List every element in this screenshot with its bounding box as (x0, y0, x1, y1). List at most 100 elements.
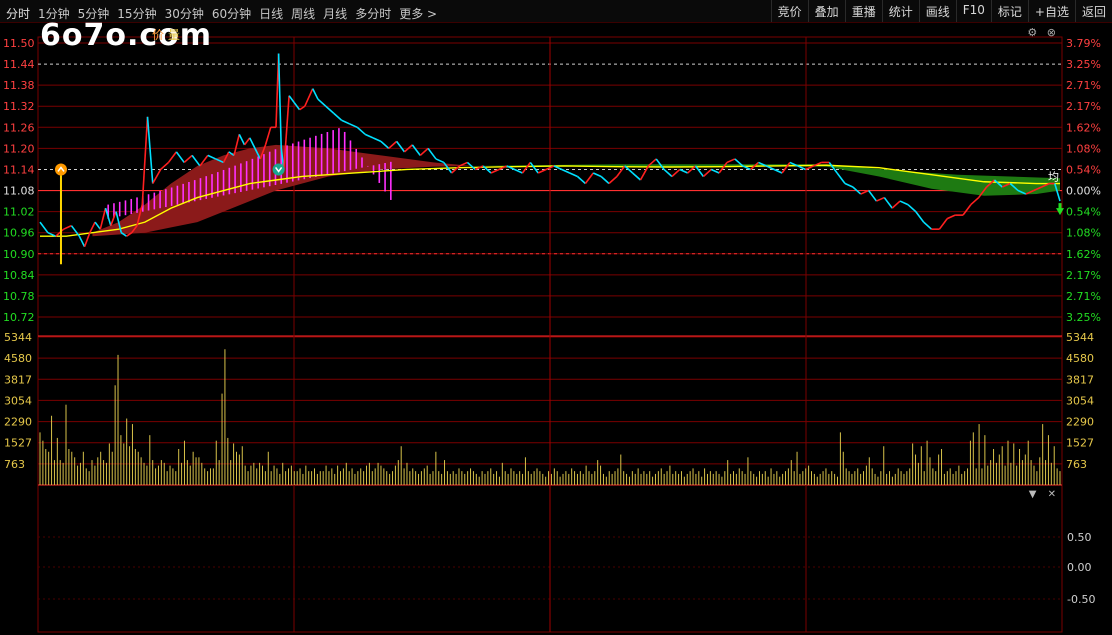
price-segment-84 (600, 175, 610, 185)
period-tab-6[interactable]: 日线 (259, 7, 283, 21)
indicator-axis-label: 0.50 (1067, 531, 1092, 544)
price-segment-118 (867, 190, 878, 202)
tool-button-8[interactable]: 返回 (1074, 0, 1112, 22)
price-segment-114 (836, 172, 846, 184)
price-segment-24 (183, 154, 193, 164)
legend-price: 价 (152, 28, 165, 42)
price-segment-47 (311, 88, 319, 100)
price-axis-left-label: 10.96 (3, 227, 35, 240)
price-segment-115 (844, 182, 854, 188)
price-segment-6 (78, 235, 86, 248)
price-segment-1 (39, 221, 49, 234)
settings-icon[interactable]: ⚙ (1027, 26, 1037, 39)
stock-chart[interactable]: 均 11.50 3.79% 11.44 3.25% 11.38 2.71% 11.32 2.1… (0, 22, 1112, 635)
price-segment-53 (356, 126, 366, 135)
price-axis-right-label: 1.08% (1066, 142, 1101, 155)
period-tab-10[interactable]: 更多 > (399, 7, 437, 21)
price-segment-46 (304, 88, 314, 107)
period-tab-9[interactable]: 多分时 (355, 7, 391, 21)
avg-marker-label: 均 (1048, 170, 1059, 183)
chart-grid (37, 36, 1063, 633)
tool-button-1[interactable]: 叠加 (807, 0, 845, 22)
price-axis-left-label: 11.38 (3, 79, 35, 92)
tool-button-3[interactable]: 统计 (881, 0, 919, 22)
price-segment-86 (616, 165, 626, 177)
price-segment-33 (243, 137, 251, 146)
period-tab-5[interactable]: 60分钟 (212, 7, 251, 21)
price-axis-left-label: 10.78 (3, 290, 35, 303)
volume-axis-right-label: 5344 (1066, 331, 1094, 344)
buy-marker (54, 163, 67, 176)
price-segment-56 (380, 140, 390, 149)
price-segment-8 (89, 221, 96, 234)
price-segment-98 (710, 168, 720, 174)
price-axis-right-label: 2.17% (1066, 100, 1101, 113)
price-segment-106 (773, 168, 783, 174)
tool-button-0[interactable]: 竞价 (770, 0, 808, 22)
tool-button-2[interactable]: 重播 (844, 0, 882, 22)
price-segment-63 (435, 158, 445, 164)
price-segment-25 (191, 154, 201, 167)
legend-volume: 量 (167, 28, 180, 42)
price-segment-80 (569, 172, 578, 178)
price-segment-40 (277, 53, 283, 149)
price-segment-32 (238, 133, 246, 146)
price-segment-21 (160, 161, 170, 171)
price-segment-57 (388, 140, 398, 149)
price-segment-81 (576, 175, 586, 185)
volume-axis-right-label: 1527 (1066, 437, 1094, 450)
price-segment-100 (726, 158, 736, 164)
price-segment-7 (83, 232, 91, 248)
price-axis-left-label: 11.02 (3, 206, 35, 219)
close-panel-icon[interactable]: ✕ (1048, 489, 1056, 500)
volume-axis-left-label: 5344 (4, 331, 32, 344)
watermark-logo: 6o7o.com (40, 18, 213, 53)
indicator-panel-controls: ▼ ✕ (1021, 489, 1056, 500)
price-segment-27 (207, 154, 217, 160)
price-axis-left-label: 11.32 (3, 100, 35, 113)
price-axis-right-label: 1.08% (1066, 227, 1101, 240)
period-tab-8[interactable]: 月线 (323, 7, 347, 21)
tool-button-4[interactable]: 画线 (918, 0, 956, 22)
price-axis-right-label: 0.54% (1066, 206, 1101, 219)
tool-button-7[interactable]: +自选 (1027, 0, 1075, 22)
price-segment-92 (663, 168, 673, 178)
price-axis-left-label: 11.08 (3, 185, 35, 198)
price-segment-131 (970, 196, 980, 206)
price-segment-88 (632, 172, 641, 181)
price-segment-4 (63, 224, 72, 230)
price-segment-50 (333, 112, 343, 121)
price-segment-34 (249, 137, 256, 149)
indicator-axis-label: 0.00 (1067, 561, 1092, 574)
price-segment-52 (349, 123, 358, 129)
price-segment-18 (141, 116, 149, 205)
tool-buttons: 竞价 叠加 重播 统计 画线 F10 标记 +自选 返回 (770, 0, 1112, 22)
price-axis-right-label: 3.25% (1066, 58, 1101, 71)
period-tab-0[interactable]: 分时 (6, 7, 30, 21)
price-segment-55 (372, 137, 382, 143)
volume-axis-left-label: 3054 (4, 394, 32, 407)
price-segment-89 (639, 165, 650, 181)
price-segment-94 (679, 168, 688, 174)
price-segment-99 (718, 161, 728, 174)
price-segment-93 (671, 168, 681, 178)
price-segment-58 (395, 140, 406, 153)
price-segment-20 (152, 169, 162, 184)
chart-legend: 价 量 (152, 26, 180, 43)
volume-axis-right-label: 763 (1066, 458, 1087, 471)
price-segment-122 (899, 200, 909, 206)
price-segment-119 (876, 196, 885, 202)
indicator-axis-label: -0.50 (1067, 593, 1095, 606)
price-segment-127 (938, 218, 948, 230)
dropdown-icon[interactable]: ▼ (1029, 489, 1037, 500)
sell-marker (272, 163, 285, 176)
price-axis-right-label: 2.71% (1066, 290, 1101, 303)
price-axis-left-label: 11.20 (3, 142, 35, 155)
price-axis-right-label: 1.62% (1066, 248, 1101, 261)
price-segment-120 (883, 197, 893, 209)
tool-button-6[interactable]: 标记 (990, 0, 1028, 22)
tool-button-5[interactable]: F10 (955, 0, 991, 22)
price-segment-54 (364, 133, 374, 139)
period-tab-7[interactable]: 周线 (291, 7, 315, 21)
close-icon[interactable]: ⊗ (1047, 26, 1056, 39)
